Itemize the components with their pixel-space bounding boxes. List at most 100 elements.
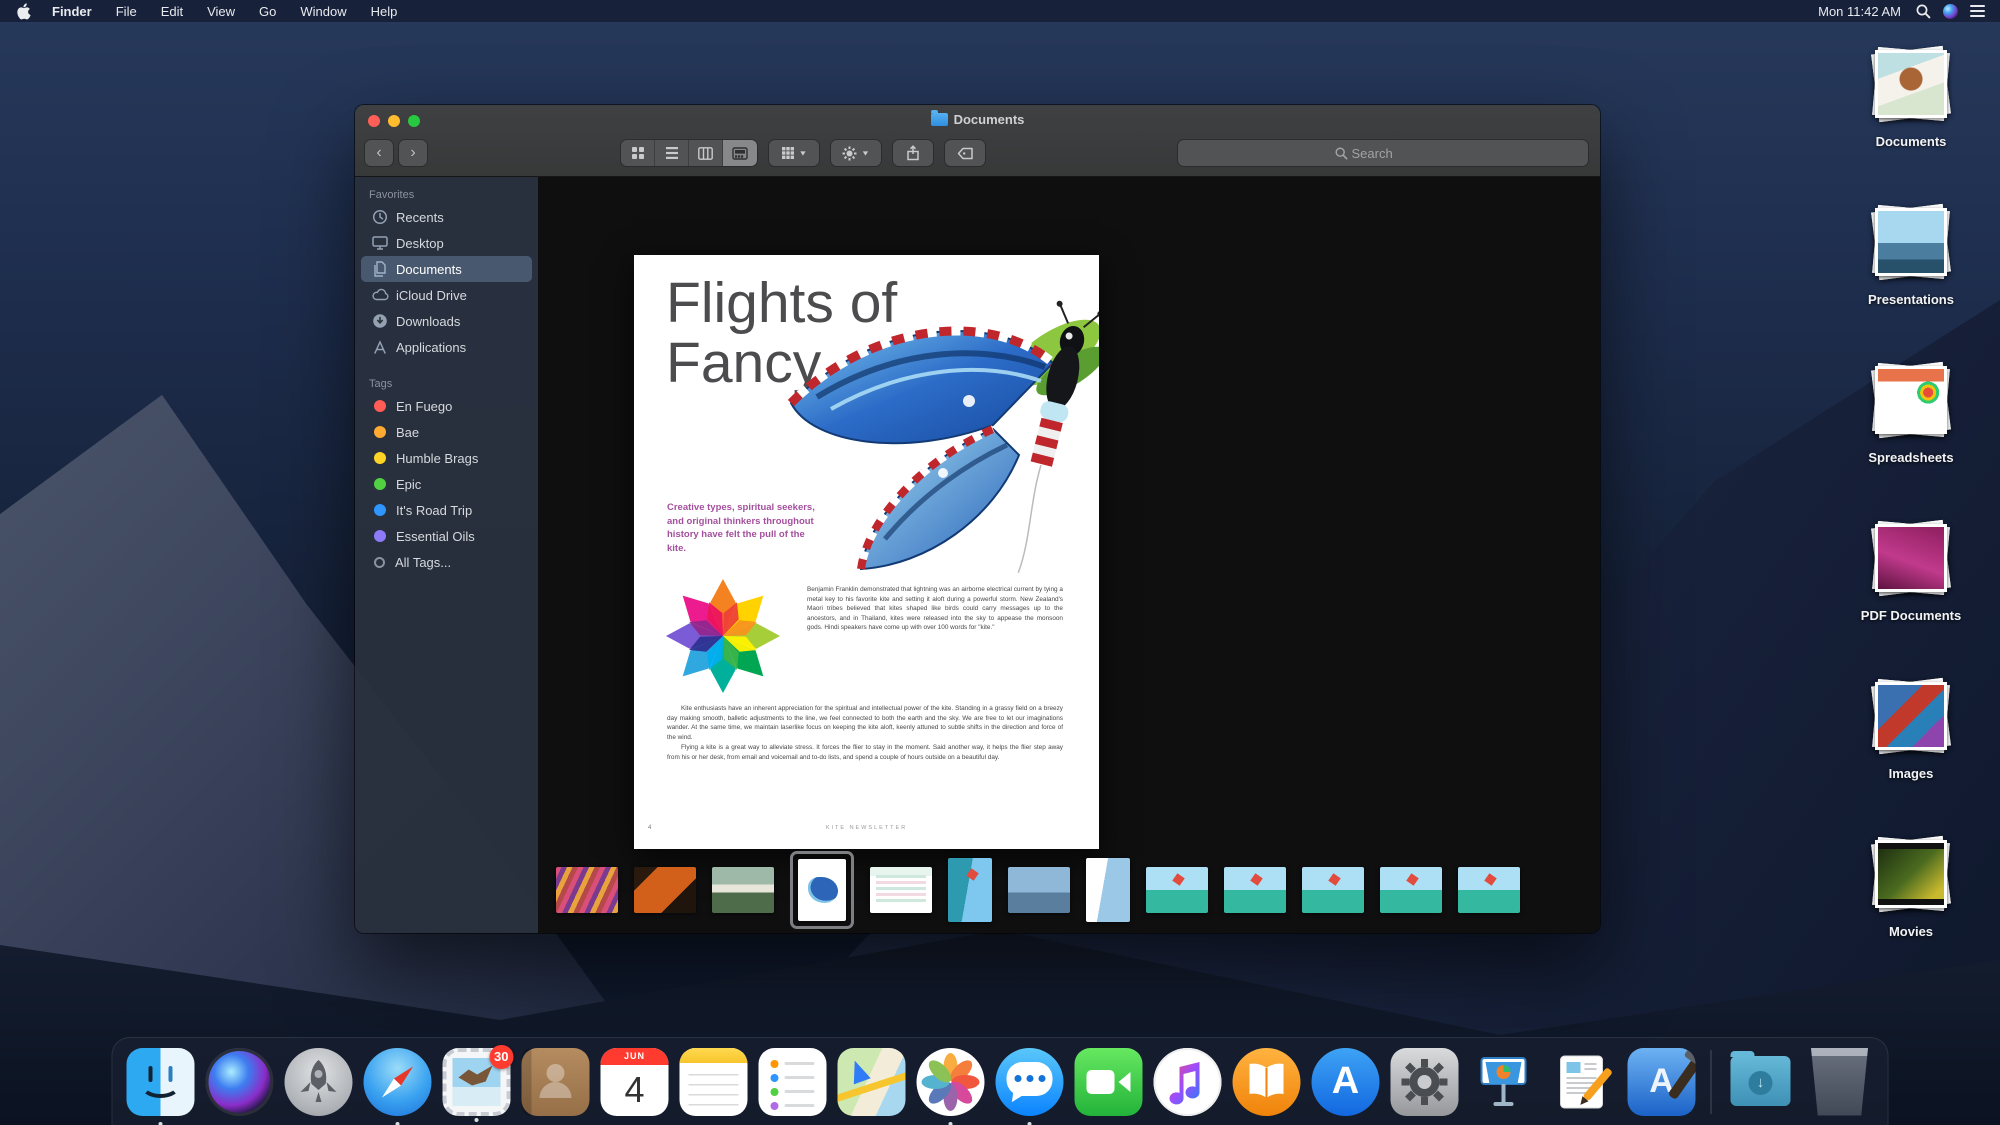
tag-color-blue [374,504,386,516]
column-view-button[interactable] [689,140,723,166]
search-field[interactable] [1178,140,1588,166]
back-button[interactable]: ‹ [365,140,393,166]
stack-presentations[interactable]: Presentations [1836,202,1986,307]
gallery-thumbnail-selected[interactable] [790,851,854,929]
forward-button[interactable]: › [399,140,427,166]
pdf-documents-stack-icon [1875,524,1947,592]
tag-its-road-trip[interactable]: It's Road Trip [361,497,532,523]
gallery-thumbnail[interactable] [870,867,932,913]
gallery-view-button[interactable] [723,140,757,166]
gallery-thumbnail[interactable] [1146,867,1208,913]
dock-calendar-icon[interactable]: JUN 4 [601,1048,669,1116]
icon-view-button[interactable] [621,140,655,166]
document-intro: Creative types, spiritual seekers, and o… [667,501,817,555]
dock-keynote-icon[interactable] [1470,1048,1538,1116]
gallery-view: Flights ofFancy [538,177,1600,933]
menu-finder[interactable]: Finder [41,2,103,21]
list-view-button[interactable] [655,140,689,166]
menu-file[interactable]: File [105,2,148,21]
documents-stack-icon [1875,50,1947,118]
sidebar-item-desktop[interactable]: Desktop [361,230,532,256]
group-button[interactable]: ▼ [769,140,819,166]
desktop-icon [371,234,389,252]
siri-menu-icon[interactable] [1942,3,1959,20]
gallery-thumbnail[interactable] [1302,867,1364,913]
stack-movies[interactable]: Movies [1836,834,1986,939]
dock-itunes-icon[interactable] [1154,1048,1222,1116]
tag-all-tags[interactable]: All Tags... [361,549,532,575]
dock-contacts-icon[interactable] [522,1048,590,1116]
sidebar-item-documents[interactable]: Documents [361,256,532,282]
tags-header: Tags [355,374,538,393]
stack-documents[interactable]: Documents [1836,44,1986,149]
share-button[interactable] [893,140,933,166]
dock-notes-icon[interactable] [680,1048,748,1116]
gallery-thumbnail[interactable] [712,867,774,913]
window-chrome: Documents ‹ › ▼ [355,105,1600,177]
dock-photos-icon[interactable] [917,1048,985,1116]
dock-books-icon[interactable] [1233,1048,1301,1116]
dock-pages-icon[interactable] [1549,1048,1617,1116]
window-title: Documents [355,112,1600,127]
tag-bae[interactable]: Bae [361,419,532,445]
stack-pdf-documents[interactable]: PDF Documents [1836,518,1986,623]
dock-facetime-icon[interactable] [1075,1048,1143,1116]
tags-button[interactable] [945,140,985,166]
action-button[interactable]: ▼ [831,140,881,166]
tag-label: Humble Brags [396,451,478,466]
tag-epic[interactable]: Epic [361,471,532,497]
gallery-thumbnail[interactable] [1224,867,1286,913]
dock-finder-icon[interactable] [127,1048,195,1116]
menu-help[interactable]: Help [360,2,409,21]
gallery-thumbnail[interactable] [948,858,992,922]
all-tags-icon [374,557,385,568]
dock-siri-icon[interactable] [206,1048,274,1116]
dock-safari-icon[interactable] [364,1048,432,1116]
favorites-header: Favorites [355,185,538,204]
icloud-icon [371,286,389,304]
dock-launchpad-icon[interactable] [285,1048,353,1116]
menu-bar-clock[interactable]: Mon 11:42 AM [1814,4,1905,19]
dock-messages-icon[interactable] [996,1048,1064,1116]
apple-menu-icon[interactable] [16,3,31,20]
tag-humble-brags[interactable]: Humble Brags [361,445,532,471]
sidebar-item-label: Desktop [396,236,444,251]
sidebar-item-icloud-drive[interactable]: iCloud Drive [361,282,532,308]
menu-edit[interactable]: Edit [150,2,194,21]
stack-label: Movies [1836,924,1986,939]
stack-label: Images [1836,766,1986,781]
sidebar-item-downloads[interactable]: Downloads [361,308,532,334]
gallery-thumbnail[interactable] [1380,867,1442,913]
toolbar: ‹ › ▼ ▼ [365,138,1588,168]
menu-view[interactable]: View [196,2,246,21]
dock-mail-icon[interactable]: 30 [443,1048,511,1116]
sidebar-item-label: Recents [396,210,444,225]
gallery-thumbnail[interactable] [1458,867,1520,913]
dock-reminders-icon[interactable] [759,1048,827,1116]
search-input[interactable] [1352,146,1432,161]
dock-separator [1711,1050,1712,1114]
gallery-thumbnail[interactable] [1008,867,1070,913]
dock-trash[interactable] [1806,1048,1874,1116]
dock-downloads-folder[interactable]: ↓ [1727,1048,1795,1116]
sidebar-item-recents[interactable]: Recents [361,204,532,230]
tag-essential-oils[interactable]: Essential Oils [361,523,532,549]
movies-stack-icon [1875,840,1947,908]
gallery-thumbnail[interactable] [1086,858,1130,922]
dock-app-store-icon[interactable]: A [1312,1048,1380,1116]
tag-en-fuego[interactable]: En Fuego [361,393,532,419]
menu-go[interactable]: Go [248,2,287,21]
dock-xcode-icon[interactable]: A [1628,1048,1696,1116]
notification-center-icon[interactable] [1969,3,1986,20]
stack-images[interactable]: Images [1836,676,1986,781]
menu-bar: Finder File Edit View Go Window Help Mon… [0,0,2000,22]
menu-window[interactable]: Window [289,2,357,21]
sidebar-item-applications[interactable]: Applications [361,334,532,360]
recents-icon [371,208,389,226]
gallery-thumbnail[interactable] [634,867,696,913]
stack-spreadsheets[interactable]: Spreadsheets [1836,360,1986,465]
gallery-thumbnail[interactable] [556,867,618,913]
dock-system-preferences-icon[interactable] [1391,1048,1459,1116]
spotlight-search-icon[interactable] [1915,3,1932,20]
dock-maps-icon[interactable] [838,1048,906,1116]
